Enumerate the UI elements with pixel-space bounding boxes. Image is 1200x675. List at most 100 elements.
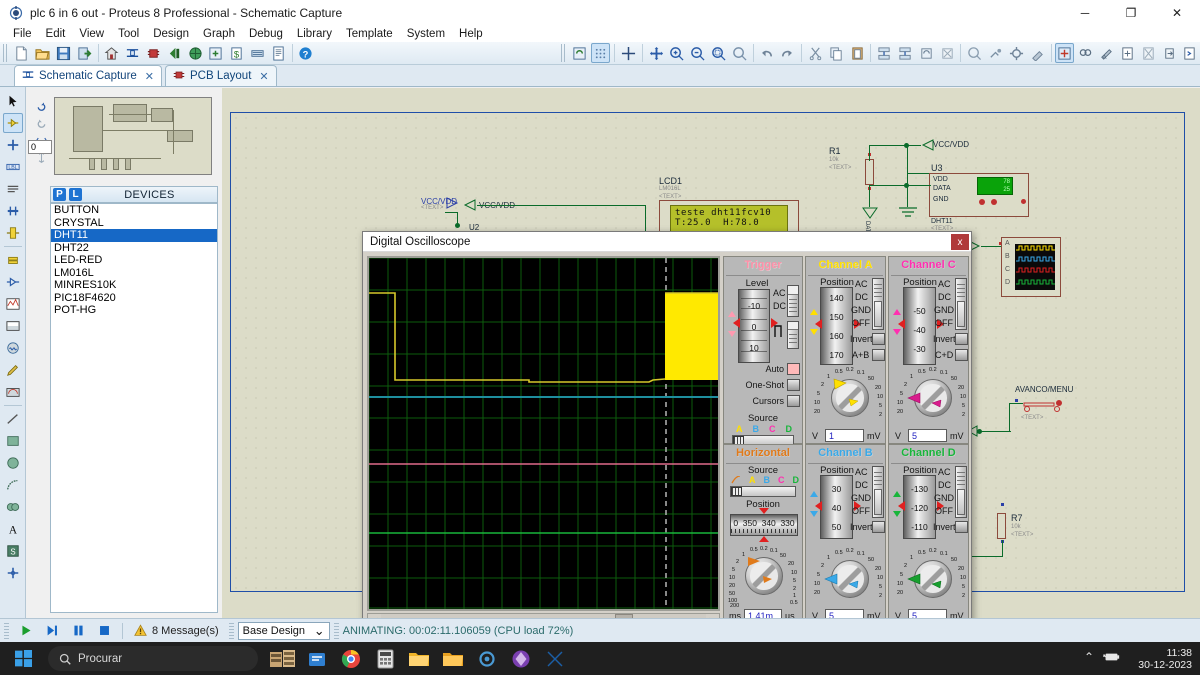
- pan-icon[interactable]: [647, 43, 666, 63]
- menu-view[interactable]: View: [72, 26, 111, 42]
- library-badge[interactable]: L: [69, 188, 82, 201]
- tab-schematic-capture[interactable]: Schematic Capture ✕: [14, 65, 163, 86]
- rotate-anticlockwise-icon[interactable]: [32, 115, 50, 131]
- taskbar-app-file-explorer[interactable]: [402, 642, 436, 675]
- refresh-icon[interactable]: [570, 43, 589, 63]
- channel-c-coarse-pointer[interactable]: [906, 391, 922, 405]
- messages-indicator[interactable]: 8 Message(s): [128, 624, 225, 637]
- trigger-cursors-toggle[interactable]: [787, 395, 800, 407]
- channel-c-mode-ac[interactable]: AC: [938, 279, 951, 289]
- devices-list[interactable]: BUTTON CRYSTAL DHT11 DHT22 LED-RED LM016…: [50, 203, 218, 613]
- pushbutton-symbol[interactable]: [1021, 397, 1063, 413]
- import-icon[interactable]: [75, 43, 94, 63]
- channel-d-mode-slider[interactable]: [955, 466, 967, 518]
- taskbar-search[interactable]: Procurar: [48, 646, 258, 671]
- 3d-view-icon[interactable]: [165, 43, 184, 63]
- menu-template[interactable]: Template: [339, 26, 400, 42]
- text-tool-icon[interactable]: A: [3, 519, 23, 539]
- taskbar-app-calculator[interactable]: [368, 642, 402, 675]
- pcb-layout-icon[interactable]: [144, 43, 163, 63]
- bus-icon[interactable]: [3, 201, 23, 221]
- trigger-edge-slider[interactable]: [787, 321, 799, 349]
- channel-d-mode-ac[interactable]: AC: [938, 467, 951, 477]
- help-icon[interactable]: ?: [297, 43, 316, 63]
- schematic-capture-icon[interactable]: [123, 43, 142, 63]
- channel-b-mode-slider[interactable]: [872, 466, 884, 518]
- menu-system[interactable]: System: [400, 26, 452, 42]
- channel-d-invert-toggle[interactable]: [955, 521, 968, 533]
- trigger-level-meter[interactable]: -10 0 10: [738, 289, 770, 363]
- menu-design[interactable]: Design: [146, 26, 196, 42]
- device-pins-icon[interactable]: [3, 272, 23, 292]
- taskbar-app-store[interactable]: [300, 642, 334, 675]
- toolbar-grip-2[interactable]: [560, 44, 567, 62]
- source-channel-a[interactable]: A: [736, 424, 743, 434]
- overview-panel[interactable]: [54, 97, 212, 175]
- packaging-tool-icon[interactable]: [1007, 43, 1026, 63]
- decompose-icon[interactable]: [1028, 43, 1047, 63]
- hsource-channel-c[interactable]: C: [778, 475, 785, 485]
- remove-sheet-icon[interactable]: [1139, 43, 1158, 63]
- virtual-instruments-icon[interactable]: [3, 382, 23, 402]
- line-tool-icon[interactable]: [3, 409, 23, 429]
- new-file-icon[interactable]: [12, 43, 31, 63]
- gerber-view-icon[interactable]: [186, 43, 205, 63]
- open-file-icon[interactable]: [33, 43, 52, 63]
- source-channel-d[interactable]: D: [786, 424, 793, 434]
- start-button[interactable]: [0, 642, 46, 675]
- pick-device-badge[interactable]: P: [53, 188, 66, 201]
- oscilloscope-close-button[interactable]: x: [951, 234, 969, 250]
- tray-chevron-icon[interactable]: ⌃: [1084, 651, 1094, 663]
- channel-d-coarse-pointer[interactable]: [906, 572, 922, 586]
- menu-debug[interactable]: Debug: [242, 26, 290, 42]
- rotation-angle-input[interactable]: [28, 140, 52, 154]
- save-icon[interactable]: [54, 43, 73, 63]
- system-tray[interactable]: ⌃ 11:38 30-12-2023: [1084, 642, 1192, 675]
- channel-a-position-meter[interactable]: 140 150 160 170: [820, 287, 853, 365]
- hsource-channel-d[interactable]: D: [793, 475, 800, 485]
- list-item[interactable]: LED-RED: [51, 254, 217, 267]
- channel-c-mode-slider[interactable]: [955, 278, 967, 330]
- channel-b-mode-off[interactable]: OFF: [852, 506, 870, 516]
- channel-c-sum-toggle[interactable]: [955, 349, 968, 361]
- arc-tool-icon[interactable]: [3, 475, 23, 495]
- channel-a-mode-dc[interactable]: DC: [855, 292, 868, 302]
- menu-library[interactable]: Library: [290, 26, 339, 42]
- channel-c-fine-pointer[interactable]: [931, 398, 943, 409]
- paste-icon[interactable]: [848, 43, 867, 63]
- channel-d-mode-off[interactable]: OFF: [935, 506, 953, 516]
- terminals-mode-icon[interactable]: [3, 250, 23, 270]
- horizontal-ramp-icon[interactable]: [731, 476, 741, 484]
- list-item[interactable]: DHT22: [51, 242, 217, 255]
- zoom-out-icon[interactable]: [688, 43, 707, 63]
- taskbar-app-folder-yellow[interactable]: [436, 642, 470, 675]
- list-item[interactable]: PIC18F4620: [51, 292, 217, 305]
- cut-icon[interactable]: [806, 43, 825, 63]
- channel-a-mode-ac[interactable]: AC: [855, 279, 868, 289]
- resistor-r1[interactable]: [865, 159, 874, 185]
- trigger-edge-icon[interactable]: [774, 321, 787, 339]
- text-script-icon[interactable]: [3, 179, 23, 199]
- channel-d-fine-pointer[interactable]: [931, 579, 943, 590]
- block-rotate-icon[interactable]: [917, 43, 936, 63]
- minimize-button[interactable]: ─: [1062, 0, 1108, 26]
- zoom-in-icon[interactable]: [667, 43, 686, 63]
- tape-recorder-icon[interactable]: [3, 316, 23, 336]
- circle-tool-icon[interactable]: [3, 453, 23, 473]
- hsource-channel-b[interactable]: B: [764, 475, 771, 485]
- taskbar-app-purple[interactable]: [504, 642, 538, 675]
- channel-a-coarse-pointer[interactable]: [832, 377, 848, 391]
- channel-d-left-marker[interactable]: [898, 501, 906, 511]
- trigger-oneshot-toggle[interactable]: [787, 379, 800, 391]
- menu-help[interactable]: Help: [452, 26, 490, 42]
- symbol-tool-icon[interactable]: S: [3, 541, 23, 561]
- channel-b-mode-ac[interactable]: AC: [855, 467, 868, 477]
- channel-c-value[interactable]: 5: [908, 429, 947, 442]
- menu-file[interactable]: File: [6, 26, 39, 42]
- channel-c-mode-dc[interactable]: DC: [938, 292, 951, 302]
- channel-b-fine-pointer[interactable]: [848, 579, 860, 590]
- resistor-r7[interactable]: [997, 513, 1006, 539]
- channel-b-mode-dc[interactable]: DC: [855, 480, 868, 490]
- exit-sheet-icon[interactable]: [1160, 43, 1179, 63]
- channel-b-invert-toggle[interactable]: [872, 521, 885, 533]
